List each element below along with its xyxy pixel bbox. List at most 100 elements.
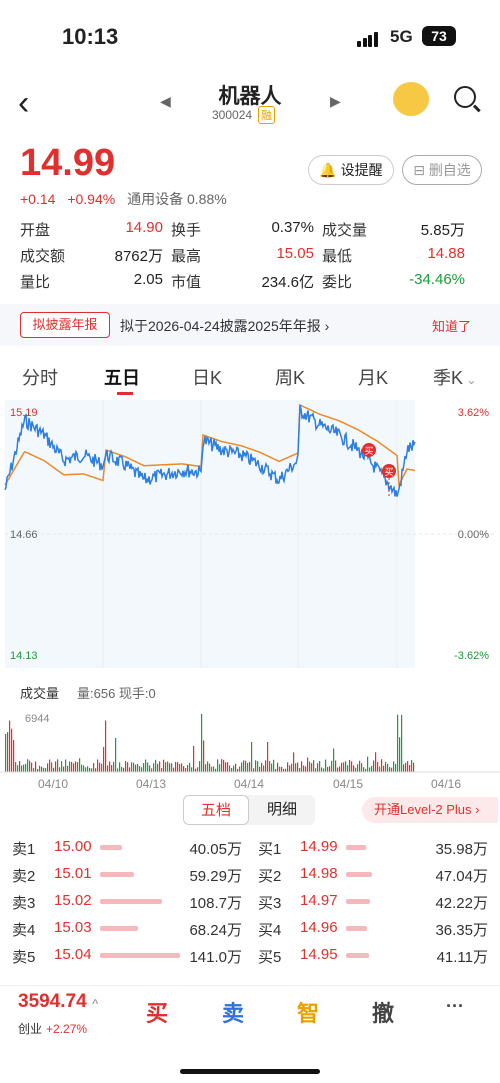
- volume-bar: [329, 766, 331, 772]
- margin-badge[interactable]: 融: [258, 106, 275, 124]
- volume-bar: [403, 764, 405, 772]
- level2-button[interactable]: 开通Level-2 Plus ›: [362, 797, 498, 823]
- bid-label: 买5: [258, 949, 282, 966]
- volume-bar: [113, 761, 115, 772]
- remind-button[interactable]: 🔔 设提醒: [308, 155, 394, 185]
- volume-bar: [151, 768, 153, 772]
- volume-bar: [27, 759, 29, 772]
- volume-bar: [7, 732, 9, 772]
- order-book: 卖1 15.00 40.05万 买1 14.99 35.98万 卖2 15.01 59.29万买…: [12, 835, 492, 970]
- volume-bar: [341, 762, 343, 772]
- ask-volume-bar: [100, 872, 134, 877]
- bid-price: 14.99: [300, 838, 338, 855]
- nav-bar: ‹ ◀ ▶ 机器人 300024 融: [0, 74, 500, 136]
- volume-bar: [207, 761, 209, 772]
- price-chart[interactable]: 买 买 15.19 14.66 14.13 3.62% 0.00% -3.62%: [0, 400, 500, 680]
- volume-bar: [293, 752, 295, 772]
- volume-bar: [265, 760, 267, 772]
- volume-bar: [345, 761, 347, 772]
- delete-watchlist-button[interactable]: ⊟ 删自选: [402, 155, 482, 185]
- battery-icon: 73: [422, 26, 456, 46]
- volume-bar: [337, 767, 339, 772]
- volume-bar: [239, 766, 241, 772]
- volume-bar: [393, 761, 395, 772]
- volume-bar: [93, 763, 95, 772]
- tab-five-level[interactable]: 五档: [183, 795, 249, 825]
- stat-key: 成交额: [20, 247, 66, 265]
- volume-bar: [103, 747, 105, 772]
- volume-bar: [33, 768, 35, 772]
- smart-button[interactable]: 智: [297, 996, 319, 1028]
- tab-intraday[interactable]: 分时: [22, 364, 58, 390]
- mascot-icon[interactable]: [393, 82, 429, 116]
- volume-bar: [199, 761, 201, 772]
- volume-bar: [225, 762, 227, 772]
- stats-row: 量比 2.05 市值 234.6亿 委比 -34.46%: [20, 268, 482, 294]
- delete-label: 删自选: [428, 162, 471, 178]
- volume-bar: [105, 720, 107, 772]
- volume-bar: [101, 763, 103, 772]
- volume-bar: [213, 766, 215, 772]
- stat-key: 量比: [20, 273, 51, 291]
- volume-bar: [69, 761, 71, 772]
- volume-bar: [47, 763, 49, 772]
- bid-volume: 36.35万: [435, 922, 488, 939]
- volume-bar: [397, 714, 399, 772]
- tab-daily-k[interactable]: 日K: [192, 364, 222, 390]
- volume-bar: [143, 763, 145, 772]
- volume-bar: [131, 762, 133, 772]
- volume-bar: [359, 760, 361, 772]
- stat-value: 8762万: [114, 247, 163, 265]
- bid-price: 14.95: [300, 946, 338, 963]
- cancel-button[interactable]: 撤: [372, 996, 394, 1028]
- volume-bar: [71, 761, 73, 772]
- more-button[interactable]: ···: [446, 996, 464, 1017]
- volume-bar: [49, 759, 51, 772]
- change-percent: +0.94%: [67, 191, 116, 207]
- stat-cell: 最高 15.05: [171, 245, 322, 266]
- tab-detail[interactable]: 明细: [249, 795, 315, 825]
- volume-bar: [63, 766, 65, 772]
- notice-banner[interactable]: 拟披露年报 拟于2026-04-24披露2025年年报 › 知道了: [0, 304, 500, 346]
- tab-monthly-k[interactable]: 月K: [358, 364, 388, 390]
- volume-bar: [263, 765, 265, 772]
- notice-text: 拟于2026-04-24披露2025年年报 ›: [120, 318, 330, 334]
- volume-bar: [211, 766, 213, 772]
- volume-bar: [267, 742, 269, 772]
- volume-bar: [381, 759, 383, 772]
- volume-bar: [313, 760, 315, 772]
- sell-button[interactable]: 卖: [222, 996, 244, 1028]
- volume-bar: [391, 767, 393, 772]
- stat-key: 成交量: [322, 221, 368, 239]
- index-value[interactable]: 3594.74 ^: [18, 991, 98, 1013]
- tab-five-day[interactable]: 五日: [104, 364, 140, 390]
- stat-value: 15.05: [276, 244, 314, 262]
- bid-volume: 47.04万: [435, 868, 488, 885]
- volume-bar: [177, 762, 179, 772]
- volume-bar: [411, 760, 413, 772]
- volume-bar: [19, 761, 21, 772]
- index-name: 创业 +2.27%: [18, 1022, 88, 1036]
- stat-value: -34.46%: [409, 270, 465, 288]
- stat-key: 开盘: [20, 221, 51, 239]
- buy-button[interactable]: 买: [146, 996, 168, 1028]
- date-label: 04/15: [333, 777, 364, 791]
- search-icon[interactable]: [454, 86, 476, 108]
- buy-marker-label: 买: [364, 446, 373, 456]
- volume-bar: [81, 764, 83, 772]
- volume-bar: [79, 758, 81, 772]
- volume-bar: [25, 763, 27, 772]
- tab-quarterly-k[interactable]: 季K ⌄: [433, 364, 476, 390]
- ask-volume: 40.05万: [189, 841, 242, 858]
- volume-bar: [399, 737, 401, 772]
- volume-bar: [331, 760, 333, 772]
- volume-bar: [59, 767, 61, 772]
- volume-bar: [395, 763, 397, 772]
- volume-bar: [339, 766, 341, 772]
- volume-bar: [323, 768, 325, 772]
- notice-dismiss[interactable]: 知道了: [432, 316, 471, 335]
- volume-bar: [217, 759, 219, 772]
- industry-link[interactable]: 通用设备 0.88%: [127, 191, 227, 207]
- tab-weekly-k[interactable]: 周K: [275, 364, 305, 390]
- volume-bar: [77, 762, 79, 772]
